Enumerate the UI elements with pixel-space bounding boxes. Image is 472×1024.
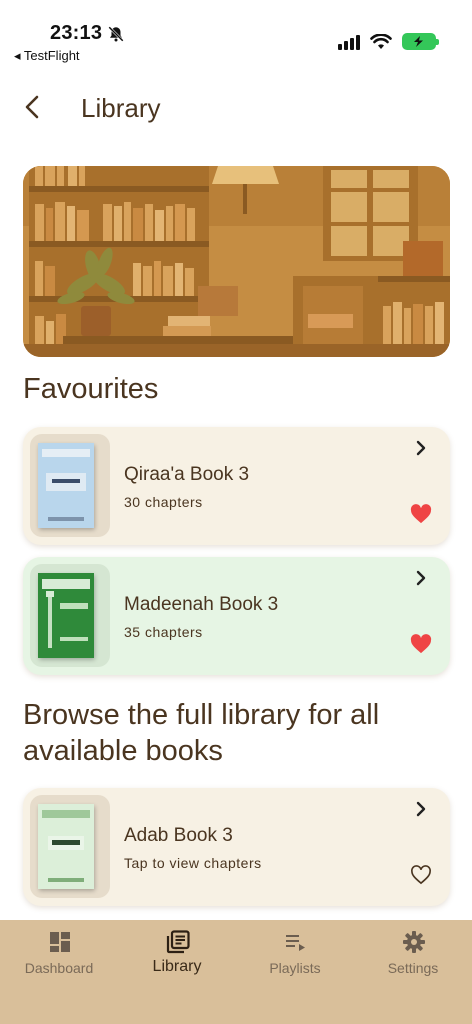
nav-item-dashboard[interactable]: Dashboard bbox=[0, 920, 118, 1000]
bell-slash-icon bbox=[108, 26, 124, 42]
nav-item-settings[interactable]: Settings bbox=[354, 920, 472, 1000]
book-chapter-count: 35 chapters bbox=[124, 624, 203, 640]
gear-icon bbox=[403, 931, 425, 953]
nav-label: Settings bbox=[387, 960, 439, 976]
book-chapter-count: 30 chapters bbox=[124, 494, 203, 510]
nav-item-playlists[interactable]: Playlists bbox=[236, 920, 354, 1000]
book-card-adab[interactable]: Adab Book 3 Tap to view chapters bbox=[23, 788, 450, 906]
nav-label: Playlists bbox=[269, 960, 321, 976]
favourite-heart-outline-icon[interactable] bbox=[410, 865, 432, 885]
library-icon bbox=[166, 930, 190, 954]
dashboard-icon bbox=[50, 932, 70, 952]
wifi-icon bbox=[370, 33, 392, 49]
chevron-right-icon[interactable] bbox=[414, 439, 428, 457]
page-title: Library bbox=[81, 93, 161, 123]
status-bar: 23:13 ◂ TestFlight bbox=[0, 0, 472, 70]
book-cover-image bbox=[38, 443, 94, 528]
app-bar: Library bbox=[0, 80, 472, 136]
playlist-icon bbox=[286, 935, 305, 951]
chevron-right-icon[interactable] bbox=[414, 569, 428, 587]
book-title: Adab Book 3 bbox=[124, 825, 233, 846]
book-cover-image bbox=[38, 573, 94, 658]
book-title: Madeenah Book 3 bbox=[124, 594, 279, 615]
book-chapter-hint: Tap to view chapters bbox=[124, 855, 262, 871]
favourites-heading: Favourites bbox=[23, 373, 159, 405]
favourite-heart-filled-icon[interactable] bbox=[410, 634, 432, 654]
book-cover-frame bbox=[30, 795, 110, 898]
chevron-right-icon[interactable] bbox=[414, 800, 428, 818]
browse-heading: Browse the full library for all availabl… bbox=[23, 699, 380, 767]
bottom-navigation: Dashboard Library Playlists Settings bbox=[0, 920, 472, 1024]
library-banner-image bbox=[23, 166, 450, 357]
battery-charging-icon bbox=[402, 33, 439, 50]
back-to-testflight-link[interactable]: ◂ TestFlight bbox=[14, 48, 80, 64]
chevron-left-icon[interactable] bbox=[20, 92, 46, 122]
book-cover-image bbox=[38, 804, 94, 889]
book-cover-frame bbox=[30, 564, 110, 667]
book-cover-frame bbox=[30, 434, 110, 537]
nav-label: Library bbox=[152, 958, 202, 975]
book-card-madeenah[interactable]: Madeenah Book 3 35 chapters bbox=[23, 557, 450, 675]
signal-icon bbox=[338, 34, 360, 50]
book-title: Qiraa'a Book 3 bbox=[124, 464, 250, 485]
status-time: 23:13 bbox=[50, 22, 103, 44]
favourite-heart-filled-icon[interactable] bbox=[410, 504, 432, 524]
book-card-qiraaa[interactable]: Qiraa'a Book 3 30 chapters bbox=[23, 427, 450, 545]
nav-label: Dashboard bbox=[24, 960, 94, 976]
nav-item-library[interactable]: Library bbox=[118, 920, 236, 1000]
